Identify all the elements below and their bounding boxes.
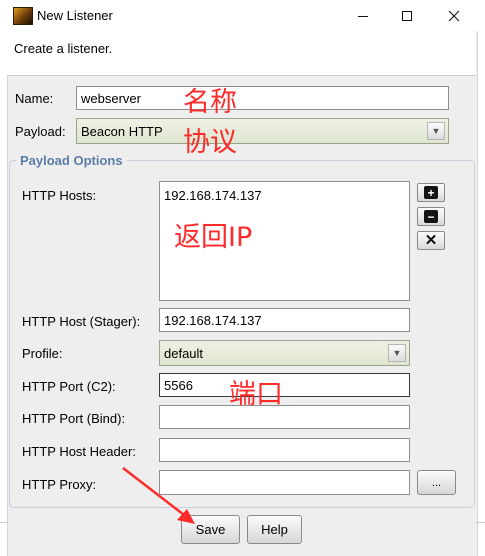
name-label: Name: xyxy=(15,91,54,106)
port-bind-input[interactable] xyxy=(159,405,410,429)
remove-host-button[interactable]: − xyxy=(417,207,445,226)
chevron-down-icon[interactable]: ▼ xyxy=(427,122,445,140)
minimize-button[interactable] xyxy=(347,0,379,31)
maximize-button[interactable] xyxy=(391,0,423,31)
host-header-label: HTTP Host Header: xyxy=(22,444,136,459)
annotation-arrow xyxy=(122,467,195,524)
profile-label: Profile: xyxy=(22,346,63,361)
maximize-icon xyxy=(402,10,412,21)
name-input[interactable] xyxy=(76,86,449,110)
annotation-payload: 协议 xyxy=(183,127,237,158)
help-button[interactable]: Help xyxy=(247,515,302,544)
minimize-icon xyxy=(358,15,368,17)
port-c2-input[interactable] xyxy=(159,373,410,397)
host-header-input[interactable] xyxy=(159,438,410,462)
profile-select-value: default xyxy=(164,345,204,361)
description-text: Create a listener. xyxy=(14,41,113,56)
annotation-port: 端口 xyxy=(229,379,283,410)
chevron-down-icon[interactable]: ▼ xyxy=(388,344,406,362)
separator xyxy=(476,522,485,523)
add-host-button[interactable]: + xyxy=(417,183,445,202)
payload-select[interactable]: Beacon HTTP ▼ xyxy=(76,118,449,144)
payload-select-value: Beacon HTTP xyxy=(81,123,163,139)
proxy-browse-button[interactable]: ... xyxy=(417,470,456,495)
proxy-label: HTTP Proxy: xyxy=(22,477,97,492)
app-icon xyxy=(13,7,33,25)
port-c2-label: HTTP Port (C2): xyxy=(22,379,116,394)
minus-icon: − xyxy=(424,210,438,223)
clear-hosts-button[interactable]: ✕ xyxy=(417,231,445,250)
x-icon: ✕ xyxy=(424,232,438,249)
stager-label: HTTP Host (Stager): xyxy=(22,314,141,329)
close-icon xyxy=(448,10,460,21)
plus-icon: + xyxy=(424,186,438,199)
separator xyxy=(0,522,7,523)
annotation-name: 名称 xyxy=(183,87,237,118)
close-button[interactable] xyxy=(438,0,470,31)
payload-label: Payload: xyxy=(15,124,66,139)
annotation-ip: 返回IP xyxy=(174,222,253,253)
http-hosts-label: HTTP Hosts: xyxy=(22,188,97,203)
http-hosts-item[interactable]: 192.168.174.137 xyxy=(164,188,405,203)
profile-select[interactable]: default ▼ xyxy=(159,340,410,366)
payload-options-title: Payload Options xyxy=(16,153,127,168)
stager-input[interactable] xyxy=(159,308,410,332)
port-bind-label: HTTP Port (Bind): xyxy=(22,411,126,426)
window-title: New Listener xyxy=(37,8,113,23)
